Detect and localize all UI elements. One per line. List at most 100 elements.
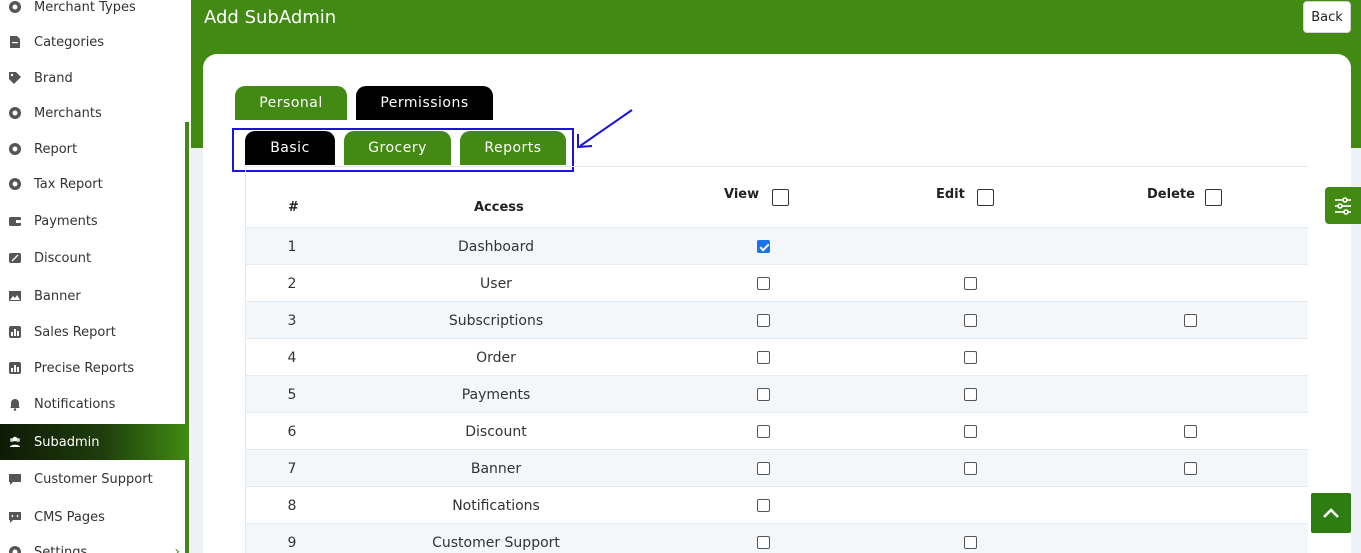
sidebar-item-settings[interactable]: Settings › [0,534,186,553]
row-number: 2 [287,275,297,292]
tab-permissions[interactable]: Permissions [356,86,493,120]
row-number: 5 [287,386,297,403]
view-permission-checkbox[interactable] [757,240,770,253]
sidebar: Merchant Types Categories Brand Merchants Re… [0,0,191,553]
table-row: 7 Banner [246,449,1308,486]
sidebar-item-tax-report[interactable]: Tax Report [0,166,186,202]
access-name: Discount [465,423,527,440]
column-header-edit: Edit [936,187,965,202]
document-icon [8,35,22,49]
wallet-icon [8,214,22,228]
row-number: 9 [287,534,297,551]
chevron-up-icon [1323,508,1339,518]
view-permission-checkbox[interactable] [757,277,770,290]
table-row: 9 Customer Support [246,523,1308,553]
image-icon [8,289,22,303]
access-name: User [480,275,512,292]
view-permission-checkbox[interactable] [757,314,770,327]
percent-icon [8,251,22,265]
edit-permission-checkbox[interactable] [964,314,977,327]
sidebar-item-label: Subadmin [34,434,100,450]
access-name: Customer Support [432,534,560,551]
gear-icon [8,0,22,14]
sidebar-item-banner[interactable]: Banner [0,278,186,314]
tab-personal[interactable]: Personal [235,86,347,120]
table-row: 4 Order [246,338,1308,375]
sidebar-item-merchant-types[interactable]: Merchant Types [0,0,186,25]
table-row: 6 Discount [246,412,1308,449]
column-header-num: # [288,200,299,215]
sidebar-item-subadmin[interactable]: Subadmin [0,424,186,460]
gear-icon [8,142,22,156]
sidebar-item-label: Merchants [34,105,102,121]
back-button[interactable]: Back [1303,1,1351,33]
sidebar-item-label: Merchant Types [34,0,136,15]
view-permission-checkbox[interactable] [757,351,770,364]
sidebar-item-categories[interactable]: Categories [0,24,186,60]
sidebar-item-payments[interactable]: Payments [0,203,186,239]
column-header-delete: Delete [1147,187,1195,202]
edit-permission-checkbox[interactable] [964,388,977,401]
sidebar-item-discount[interactable]: Discount [0,240,186,276]
bell-icon [8,397,22,411]
filter-settings-button[interactable] [1325,187,1361,224]
column-header-view: View [724,187,760,202]
gear-icon [8,106,22,120]
view-permission-checkbox[interactable] [757,425,770,438]
access-name: Subscriptions [448,312,544,329]
edit-permission-checkbox[interactable] [964,351,977,364]
permissions-table: # Access View Edit Delete 1 Dashboard 2 Use… [245,166,1308,553]
chevron-right-icon: › [174,544,180,553]
view-permission-checkbox[interactable] [757,499,770,512]
sidebar-item-label: Brand [34,70,73,86]
scroll-to-top-button[interactable] [1311,493,1351,533]
delete-permission-checkbox[interactable] [1184,314,1197,327]
sidebar-item-label: Tax Report [34,176,103,192]
annotation-arrow-icon [577,109,633,149]
select-all-edit-checkbox[interactable] [977,189,994,206]
sidebar-item-label: Notifications [34,396,116,412]
view-permission-checkbox[interactable] [757,388,770,401]
edit-permission-checkbox[interactable] [964,536,977,549]
chat-icon [8,472,22,486]
access-name: Order [476,349,516,366]
sidebar-item-merchants[interactable]: Merchants [0,95,186,131]
sidebar-item-label: Report [34,141,78,157]
chart-icon [8,325,22,339]
delete-permission-checkbox[interactable] [1184,425,1197,438]
sidebar-item-report[interactable]: Report [0,131,186,167]
row-number: 6 [287,423,297,440]
sidebar-item-label: Payments [34,213,98,229]
view-permission-checkbox[interactable] [757,536,770,549]
sidebar-scrollbar[interactable] [185,122,189,553]
sidebar-item-label: Banner [34,288,81,304]
sidebar-item-label: CMS Pages [34,509,105,525]
access-name: Dashboard [458,238,534,255]
sidebar-item-cms-pages[interactable]: CMS Pages [0,499,186,535]
sidebar-item-label: Settings [34,544,88,553]
sidebar-item-brand[interactable]: Brand [0,60,186,96]
table-row: 2 User [246,264,1308,301]
table-row: 1 Dashboard [246,227,1308,264]
delete-permission-checkbox[interactable] [1184,462,1197,475]
sidebar-item-label: Categories [34,34,105,50]
select-all-view-checkbox[interactable] [772,189,789,206]
sidebar-item-notifications[interactable]: Notifications [0,386,186,422]
sidebar-item-label: Customer Support [34,471,153,487]
column-header-access: Access [474,200,524,215]
row-number: 4 [287,349,297,366]
view-permission-checkbox[interactable] [757,462,770,475]
edit-permission-checkbox[interactable] [964,277,977,290]
gear-icon [8,177,22,191]
sliders-icon [1335,196,1351,215]
edit-permission-checkbox[interactable] [964,462,977,475]
edit-permission-checkbox[interactable] [964,425,977,438]
select-all-delete-checkbox[interactable] [1205,189,1222,206]
users-icon [8,435,22,449]
sidebar-item-customer-support[interactable]: Customer Support [0,461,186,497]
sidebar-item-sales-report[interactable]: Sales Report [0,314,186,350]
row-number: 7 [287,460,297,477]
access-name: Banner [470,460,522,477]
access-name: Notifications [452,497,540,514]
sidebar-item-precise-reports[interactable]: Precise Reports [0,350,186,386]
